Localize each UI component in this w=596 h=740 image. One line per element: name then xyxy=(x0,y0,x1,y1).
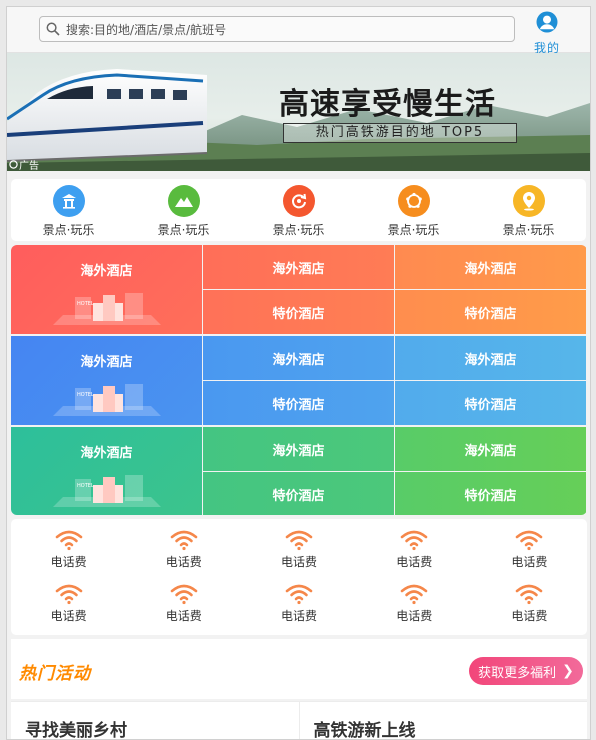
service-item-phone-bill[interactable]: 电话费 xyxy=(357,583,472,624)
profile-button[interactable]: 我的 xyxy=(527,11,567,55)
quick-nav-item[interactable]: 景点·玩乐 xyxy=(11,179,126,241)
services-grid: 电话费 电话费 电话费 电话费 电话费 电话费 电话费 电话费 电话费 电话费 xyxy=(11,519,587,635)
service-item-phone-bill[interactable]: 电话费 xyxy=(357,529,472,570)
hotel-row: 海外酒店 HOTEL 海外酒店 海外酒店 特价酒店 特价酒店 xyxy=(11,336,587,426)
service-item-phone-bill[interactable]: 电话费 xyxy=(126,529,241,570)
hotel-cell[interactable]: 特价酒店 xyxy=(395,290,586,334)
hotel-feature-label: 海外酒店 xyxy=(80,355,133,370)
quick-nav-label: 景点·玩乐 xyxy=(272,223,325,237)
hotel-cell[interactable]: 海外酒店 xyxy=(395,427,586,471)
wifi-icon xyxy=(516,530,543,551)
svg-text:HOTEL: HOTEL xyxy=(77,301,94,307)
wifi-icon xyxy=(285,584,313,605)
feature-card[interactable]: 寻找美丽乡村 xyxy=(11,701,299,739)
service-item-phone-bill[interactable]: 电话费 xyxy=(472,583,587,624)
app-window: 搜索:目的地/酒店/景点/航班号 我的 高速享受慢生活 热门高铁游目的地 TOP… xyxy=(6,6,591,740)
service-label: 电话费 xyxy=(281,609,318,623)
quick-nav-label: 景点·玩乐 xyxy=(42,223,95,237)
banner-subtitle: 热门高铁游目的地 TOP5 xyxy=(283,123,517,143)
mountain-icon xyxy=(167,185,200,217)
ad-icon xyxy=(9,160,18,169)
wheel-icon xyxy=(397,185,430,217)
hotel-row: 海外酒店 HOTEL 海外酒店 海外酒店 特价酒店 特价酒店 xyxy=(11,245,587,335)
hotel-cell[interactable]: 特价酒店 xyxy=(395,472,586,515)
more-benefits-button[interactable]: 获取更多福利 ❯ xyxy=(469,657,583,685)
user-icon xyxy=(536,11,558,33)
hotel-cell[interactable]: 海外酒店 xyxy=(203,427,394,471)
chevron-right-icon: ❯ xyxy=(562,663,574,679)
service-label: 电话费 xyxy=(165,609,202,623)
services-row: 电话费 电话费 电话费 电话费 电话费 xyxy=(11,529,587,570)
quick-nav-item[interactable]: 景点·玩乐 xyxy=(241,179,356,241)
quick-nav: 景点·玩乐 景点·玩乐 景点·玩乐 景点·玩乐 景点·玩乐 xyxy=(11,179,586,241)
search-input[interactable]: 搜索:目的地/酒店/景点/航班号 xyxy=(39,16,515,42)
activities-header: 热门活动 获取更多福利 ❯ xyxy=(11,639,587,699)
wifi-icon xyxy=(400,530,428,551)
svg-text:HOTEL: HOTEL xyxy=(77,392,94,398)
service-item-phone-bill[interactable]: 电话费 xyxy=(11,583,126,624)
service-item-phone-bill[interactable]: 电话费 xyxy=(241,529,356,570)
feature-cards: 寻找美丽乡村 高铁游新上线 xyxy=(11,701,587,739)
hotel-cell[interactable]: 海外酒店 xyxy=(395,336,586,380)
quick-nav-label: 景点·玩乐 xyxy=(157,223,210,237)
pavilion-icon xyxy=(52,185,85,217)
hotel-feature-tile[interactable]: 海外酒店 HOTEL xyxy=(11,427,202,515)
wifi-icon xyxy=(55,584,82,605)
quick-nav-label: 景点·玩乐 xyxy=(502,223,555,237)
service-item-phone-bill[interactable]: 电话费 xyxy=(11,529,126,570)
ad-label: 广告 xyxy=(19,161,39,171)
hotel-feature-label: 海外酒店 xyxy=(80,446,133,461)
hotel-cell[interactable]: 海外酒店 xyxy=(395,245,586,289)
service-item-phone-bill[interactable]: 电话费 xyxy=(126,583,241,624)
location-pin-icon xyxy=(512,185,545,217)
wifi-icon xyxy=(516,584,543,605)
ad-badge: 广告 xyxy=(9,157,39,171)
hotel-building-illustration: HOTEL xyxy=(52,384,161,416)
hotel-cell[interactable]: 海外酒店 xyxy=(203,336,394,380)
wifi-icon xyxy=(170,584,198,605)
more-benefits-label: 获取更多福利 xyxy=(478,665,557,681)
promo-banner[interactable]: 高速享受慢生活 热门高铁游目的地 TOP5 广告 xyxy=(7,53,590,171)
services-row: 电话费 电话费 电话费 电话费 电话费 xyxy=(11,583,587,624)
service-label: 电话费 xyxy=(396,555,433,569)
service-label: 电话费 xyxy=(511,555,548,569)
hotel-feature-tile[interactable]: 海外酒店 HOTEL xyxy=(11,336,202,425)
quick-nav-label: 景点·玩乐 xyxy=(387,223,440,237)
hotel-cell[interactable]: 特价酒店 xyxy=(203,290,394,334)
quick-nav-item[interactable]: 景点·玩乐 xyxy=(471,179,586,241)
banner-title: 高速享受慢生活 xyxy=(279,87,496,122)
refresh-icon xyxy=(282,185,315,217)
wifi-icon xyxy=(170,530,198,551)
hotel-cell[interactable]: 特价酒店 xyxy=(395,381,586,425)
hotel-row: 海外酒店 HOTEL 海外酒店 海外酒店 特价酒店 特价酒店 xyxy=(11,427,587,515)
hotel-cell[interactable]: 特价酒店 xyxy=(203,472,394,515)
hotel-building-illustration: HOTEL xyxy=(52,293,161,325)
service-item-phone-bill[interactable]: 电话费 xyxy=(472,529,587,570)
hotel-feature-tile[interactable]: 海外酒店 HOTEL xyxy=(11,245,202,334)
hotel-feature-label: 海外酒店 xyxy=(80,264,133,279)
hotel-grid: 海外酒店 HOTEL 海外酒店 海外酒店 特价酒店 特价酒店 海外酒店 HOTE… xyxy=(11,245,587,515)
service-label: 电话费 xyxy=(511,609,548,623)
top-bar: 搜索:目的地/酒店/景点/航班号 我的 xyxy=(7,7,590,55)
service-label: 电话费 xyxy=(50,555,87,569)
search-placeholder: 搜索:目的地/酒店/景点/航班号 xyxy=(66,22,227,37)
hotel-cell[interactable]: 海外酒店 xyxy=(203,245,394,289)
service-label: 电话费 xyxy=(281,555,318,569)
service-label: 电话费 xyxy=(396,609,433,623)
svg-text:HOTEL: HOTEL xyxy=(77,483,94,489)
quick-nav-item[interactable]: 景点·玩乐 xyxy=(126,179,241,241)
search-icon xyxy=(46,22,60,36)
hotel-cell[interactable]: 特价酒店 xyxy=(203,381,394,425)
hotel-building-illustration: HOTEL xyxy=(52,475,161,507)
activities-title: 热门活动 xyxy=(19,664,91,684)
service-item-phone-bill[interactable]: 电话费 xyxy=(241,583,356,624)
service-label: 电话费 xyxy=(50,609,87,623)
wifi-icon xyxy=(400,584,428,605)
wifi-icon xyxy=(285,530,313,551)
service-label: 电话费 xyxy=(165,555,202,569)
wifi-icon xyxy=(55,530,82,551)
feature-card[interactable]: 高铁游新上线 xyxy=(298,701,587,739)
quick-nav-item[interactable]: 景点·玩乐 xyxy=(356,179,471,241)
